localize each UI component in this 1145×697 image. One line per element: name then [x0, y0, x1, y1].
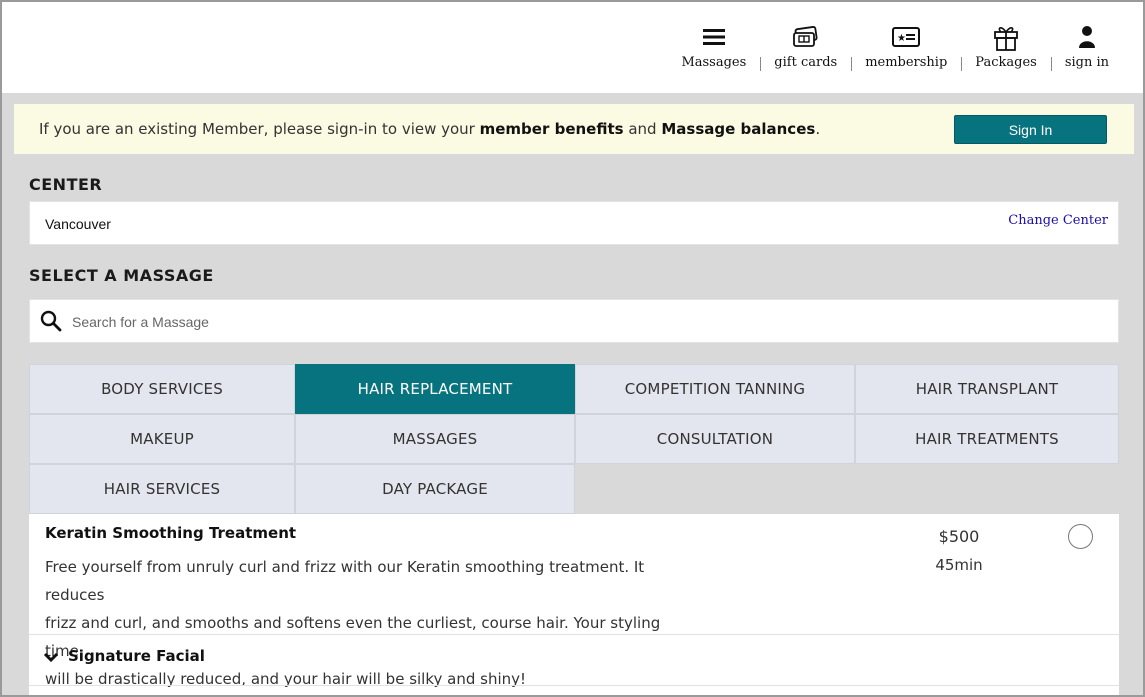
nav-label: Packages	[975, 55, 1037, 70]
search-bar	[29, 299, 1119, 343]
banner-message: If you are an existing Member, please si…	[39, 120, 820, 138]
nav-gift-cards[interactable]: gift cards	[760, 22, 851, 71]
center-selector: Vancouver Change Center	[29, 201, 1119, 245]
tab-day-package[interactable]: DAY PACKAGE	[295, 464, 575, 514]
service-list: Keratin Smoothing Treatment Free yoursel…	[29, 514, 1119, 695]
center-title: CENTER	[29, 175, 103, 194]
chevron-down-icon	[43, 649, 59, 665]
hamburger-menu-icon	[699, 22, 729, 52]
select-massage-title: SELECT A MASSAGE	[29, 266, 214, 285]
tab-competition-tanning[interactable]: COMPETITION TANNING	[575, 364, 855, 414]
search-input[interactable]	[72, 308, 1072, 336]
tab-hair-services[interactable]: HAIR SERVICES	[29, 464, 295, 514]
site-header: Massages gift cards ★ membership Package…	[2, 2, 1143, 93]
tab-makeup[interactable]: MAKEUP	[29, 414, 295, 464]
nav-packages[interactable]: Packages	[961, 22, 1051, 71]
tab-hair-replacement[interactable]: HAIR REPLACEMENT	[295, 364, 575, 414]
tab-massages[interactable]: MASSAGES	[295, 414, 575, 464]
center-value: Vancouver	[45, 216, 111, 232]
gift-box-icon	[991, 22, 1021, 52]
member-banner: If you are an existing Member, please si…	[14, 104, 1134, 154]
nav-label: membership	[865, 55, 948, 70]
browser-frame: Massages gift cards ★ membership Package…	[0, 0, 1145, 697]
banner-bold-balances: Massage balances	[661, 120, 816, 138]
tab-hair-treatments[interactable]: HAIR TREATMENTS	[855, 414, 1119, 464]
banner-text-mid: and	[623, 120, 662, 138]
membership-card-icon: ★	[891, 22, 921, 52]
service-duration: 45min	[935, 556, 983, 574]
description-line: Free yourself from unruly curl and frizz…	[45, 558, 645, 604]
banner-text-prefix: If you are an existing Member, please si…	[39, 120, 480, 138]
group-label: Signature Facial	[68, 647, 205, 665]
change-center-link[interactable]: Change Center	[1008, 213, 1108, 228]
tab-body-services[interactable]: BODY SERVICES	[29, 364, 295, 414]
nav-label: sign in	[1064, 55, 1109, 70]
banner-text-suffix: .	[815, 120, 821, 138]
nav-massages[interactable]: Massages	[667, 22, 760, 70]
svg-text:★: ★	[897, 33, 906, 44]
banner-bold-benefits: member benefits	[479, 120, 624, 138]
nav-label: gift cards	[774, 55, 838, 70]
tab-consultation[interactable]: CONSULTATION	[575, 414, 855, 464]
nav-membership[interactable]: ★ membership	[851, 22, 961, 71]
service-select-radio[interactable]	[1068, 524, 1093, 549]
tab-hair-transplant[interactable]: HAIR TRANSPLANT	[855, 364, 1119, 414]
user-icon	[1072, 22, 1102, 52]
gift-card-icon	[791, 22, 821, 52]
divider	[29, 685, 1119, 686]
sign-in-button[interactable]: Sign In	[954, 115, 1107, 144]
top-nav: Massages gift cards ★ membership Package…	[667, 22, 1123, 71]
service-title: Keratin Smoothing Treatment	[45, 524, 297, 542]
search-icon	[40, 310, 62, 332]
service-price: $500	[938, 527, 980, 546]
group-signature-facial[interactable]: Signature Facial	[29, 635, 1119, 685]
nav-label: Massages	[681, 55, 747, 70]
nav-sign-in[interactable]: sign in	[1050, 22, 1123, 71]
